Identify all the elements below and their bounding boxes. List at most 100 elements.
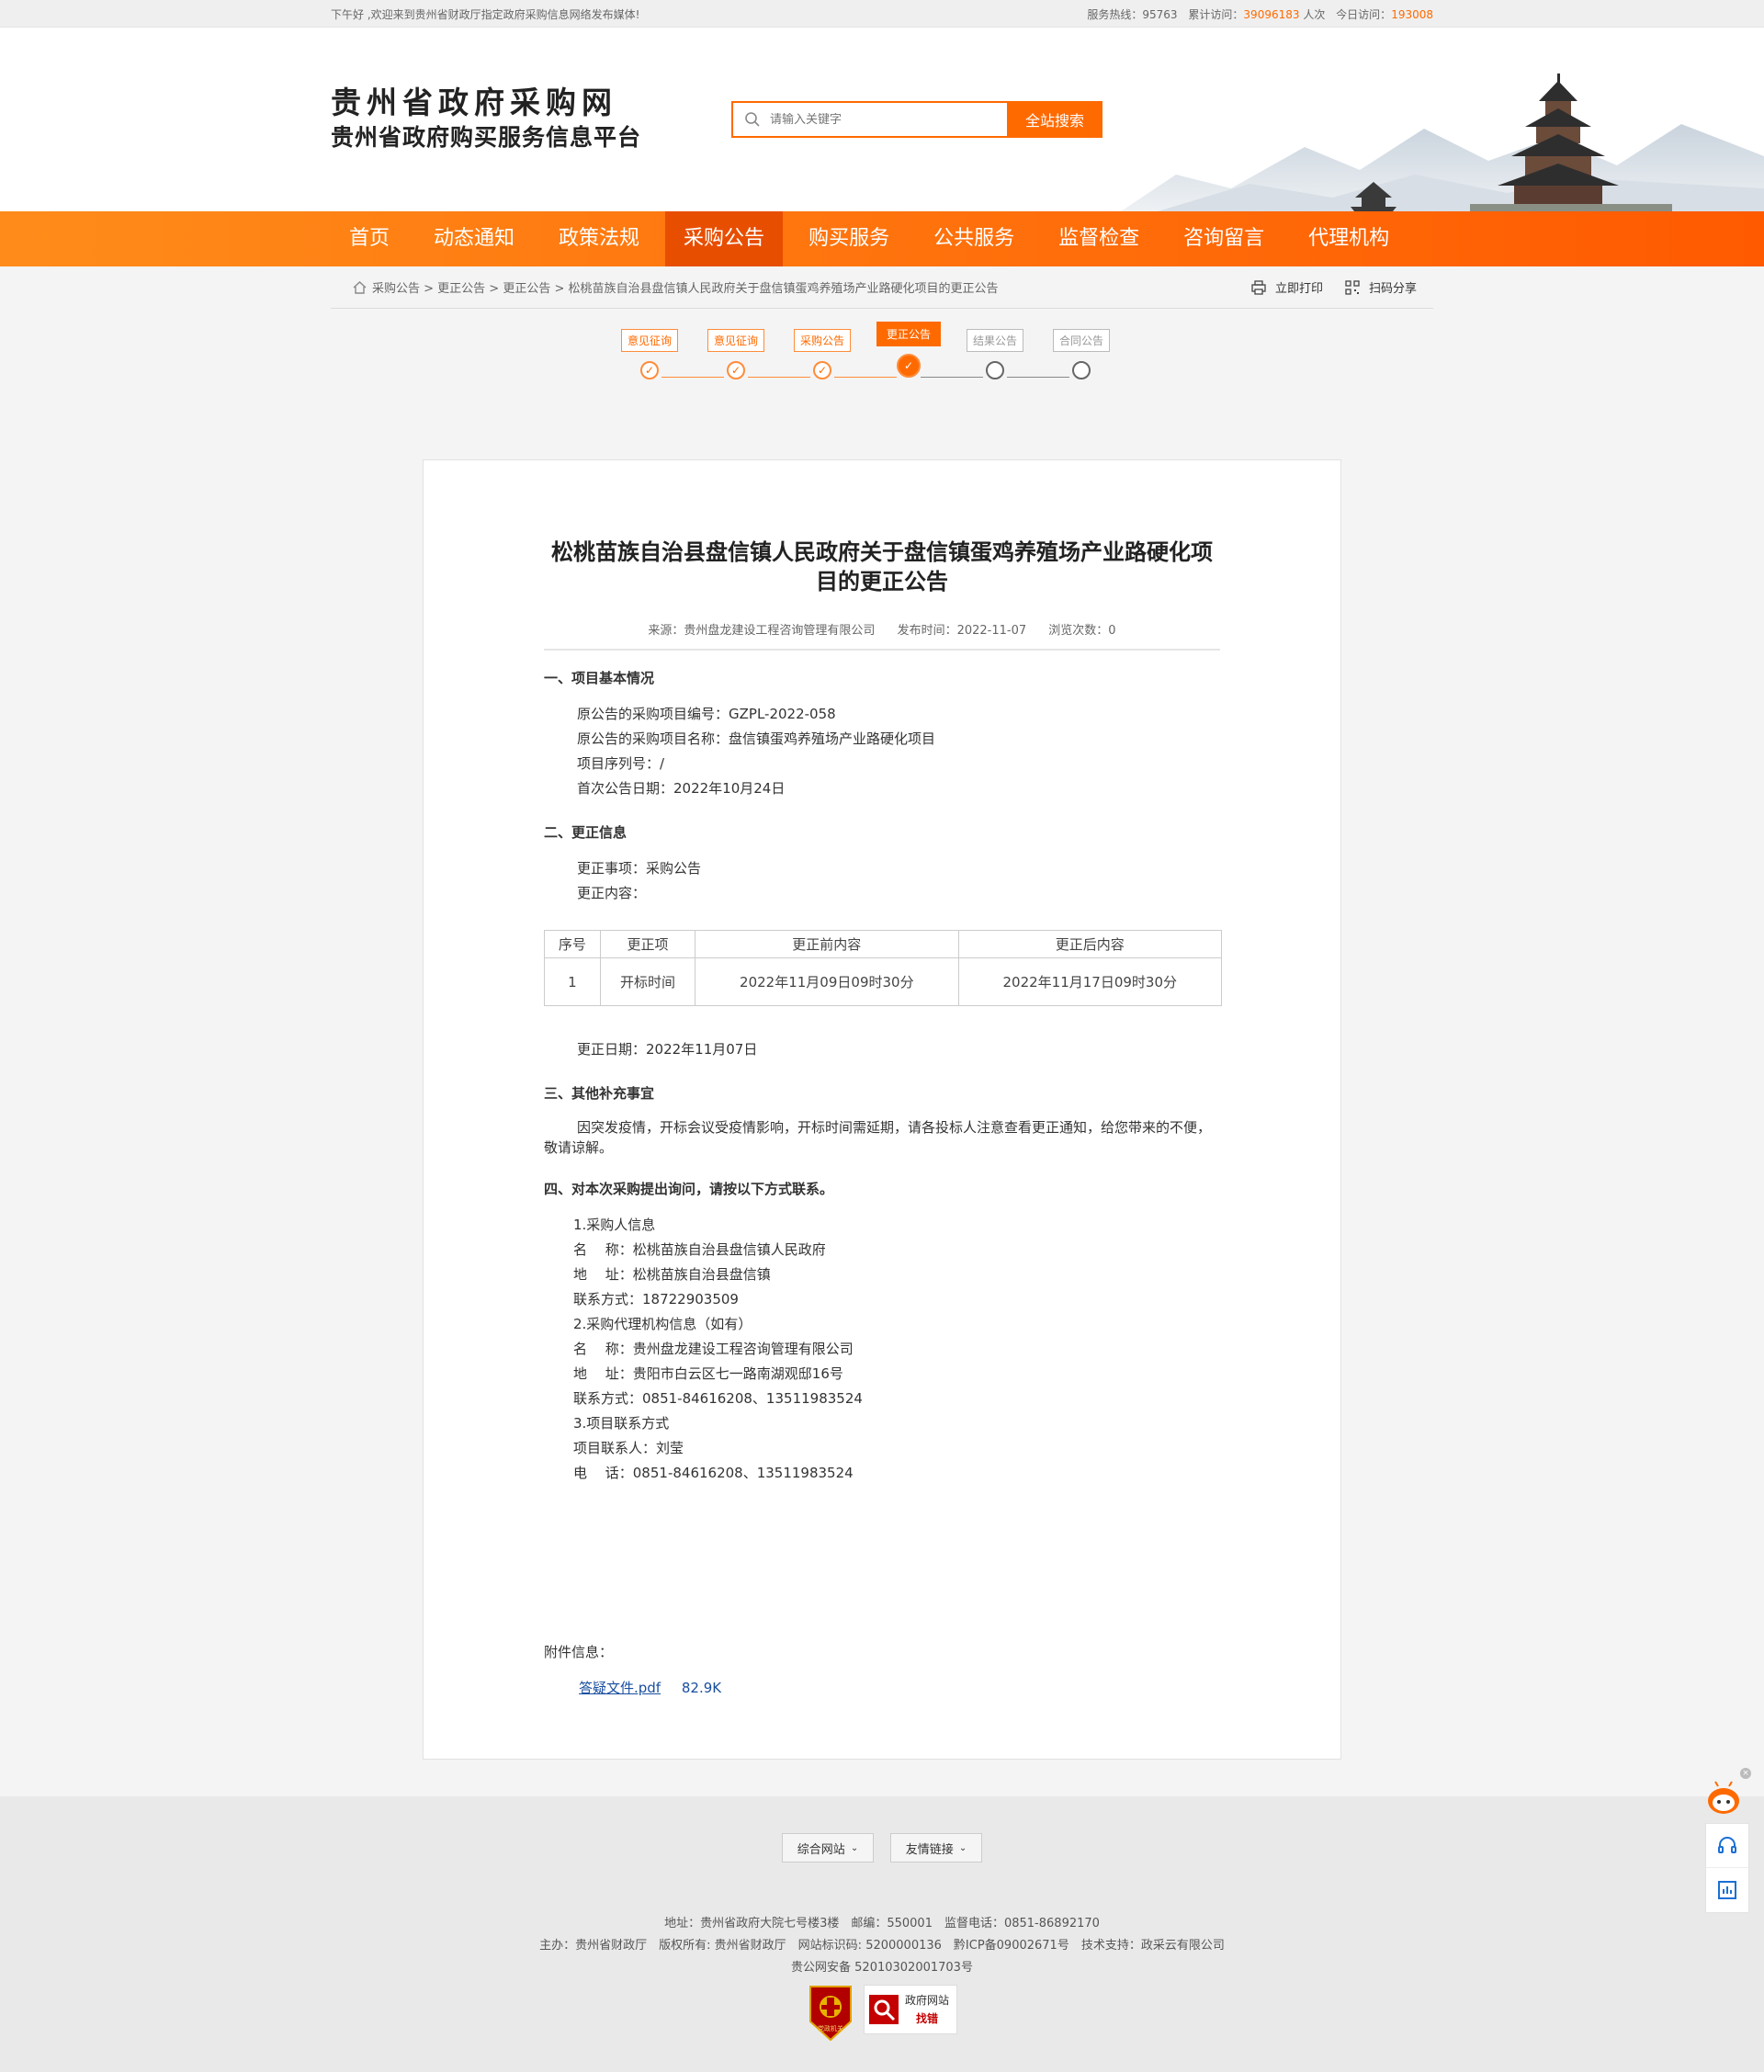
- search-button[interactable]: 全站搜索: [1007, 101, 1102, 138]
- table-cell: 2022年11月09日09时30分: [695, 957, 959, 1006]
- table-row: 1 开标时间 2022年11月09日09时30分 2022年11月17日09时3…: [544, 957, 1223, 1006]
- section-3-text: 因突发疫情，开标会议受疫情影响，开标时间需延期，请各投标人注意查看更正通知，给您…: [544, 1119, 1212, 1156]
- progress-step-label: 采购公告: [793, 329, 851, 352]
- nav-item[interactable]: 采购公告: [665, 211, 784, 266]
- contact-line: 3.项目联系方式: [573, 1415, 670, 1432]
- progress-step[interactable]: 结果公告: [952, 309, 1038, 379]
- search-bar: 全站搜索: [731, 101, 1102, 138]
- progress-step-label: 意见征询: [707, 329, 764, 352]
- breadcrumb: 采购公告 > 更正公告 > 更正公告 > 松桃苗族自治县盘信镇人民政府关于盘信镇…: [331, 278, 998, 296]
- s1-line: 原公告的采购项目名称：盘信镇蛋鸡养殖场产业路硬化项目: [577, 730, 936, 747]
- progress-step-label: 更正公告: [876, 322, 941, 346]
- badge2-line2: 找错: [916, 2012, 939, 2025]
- table-cell: 2022年11月17日09时30分: [957, 957, 1223, 1006]
- s1-line: 首次公告日期：2022年10月24日: [577, 780, 786, 797]
- breadcrumb-bar: 采购公告 > 更正公告 > 更正公告 > 松桃苗族自治县盘信镇人民政府关于盘信镇…: [331, 266, 1433, 309]
- print-button[interactable]: 立即打印: [1251, 278, 1323, 296]
- article-meta: 来源：贵州盘龙建设工程咨询管理有限公司 发布时间：2022-11-07 浏览次数…: [544, 620, 1220, 651]
- footer-police-record[interactable]: 贵公网安备 52010302001703号: [0, 1957, 1764, 1979]
- s1-line: 原公告的采购项目编号：GZPL-2022-058: [577, 706, 836, 722]
- nav-item[interactable]: 代理机构: [1290, 211, 1408, 266]
- nav-item[interactable]: 咨询留言: [1165, 211, 1283, 266]
- attachment-label: 附件信息：: [544, 1644, 614, 1660]
- circle-icon: [986, 361, 1004, 379]
- progress-step[interactable]: 采购公告 ✓: [779, 309, 865, 379]
- site-header: 贵州省政府采购网 贵州省政府购买服务信息平台 全站搜索: [0, 28, 1764, 211]
- table-header: 更正前内容: [695, 930, 959, 958]
- footer-address: 地址：贵州省政府大院七号楼3楼 邮编：550001 监督电话：0851-8689…: [664, 1917, 1100, 1930]
- friend-links-label: 友情链接: [905, 1842, 954, 1857]
- progress-step[interactable]: 意见征询 ✓: [693, 309, 779, 379]
- site-links-label: 综合网站: [797, 1842, 845, 1857]
- section-2-title: 二、更正信息: [544, 824, 628, 841]
- contact-line: 项目联系人：刘莹: [573, 1440, 684, 1456]
- article-publish-time: 发布时间：2022-11-07: [897, 624, 1027, 638]
- correction-table: 序号 更正项 更正前内容 更正后内容 1 开标时间 2022年11月09日09时…: [544, 930, 1223, 1006]
- progress-step-label: 合同公告: [1052, 329, 1110, 352]
- site-links-dropdown[interactable]: 综合网站 ⌄: [782, 1833, 874, 1863]
- check-icon: ✓: [813, 361, 831, 379]
- progress-step-label: 意见征询: [620, 329, 678, 352]
- report-button[interactable]: [1706, 1868, 1748, 1912]
- process-progress: 意见征询 ✓ 意见征询 ✓ 采购公告 ✓ 更正公告 ✓ 结果公告 合同公告: [331, 309, 1433, 410]
- progress-step-label: 结果公告: [966, 329, 1023, 352]
- print-label: 立即打印: [1274, 282, 1323, 296]
- attachment-link[interactable]: 答疑文件.pdf: [579, 1680, 661, 1696]
- change-date: 更正日期：2022年11月07日: [577, 1041, 758, 1058]
- party-gov-badge[interactable]: 党政机关: [807, 1985, 854, 2042]
- site-title: 贵州省政府采购网: [331, 85, 617, 120]
- progress-step[interactable]: 更正公告 ✓: [865, 309, 952, 378]
- main-nav: 首页 动态通知 政策法规 采购公告 购买服务 公共服务 监督检查 咨询留言 代理机构: [0, 211, 1764, 266]
- nav-item[interactable]: 购买服务: [790, 211, 908, 266]
- service-widget: ×: [1705, 1768, 1751, 1913]
- notice-article: 松桃苗族自治县盘信镇人民政府关于盘信镇蛋鸡养殖场产业路硬化项目的更正公告 来源：…: [423, 459, 1341, 1760]
- chevron-down-icon: ⌄: [850, 1842, 859, 1853]
- article-content: 一、项目基本情况 原公告的采购项目编号：GZPL-2022-058 原公告的采购…: [544, 667, 1223, 1697]
- gov-site-error-badge[interactable]: 政府网站 找错: [864, 1985, 957, 2034]
- nav-item[interactable]: 监督检查: [1040, 211, 1158, 266]
- mascot-icon[interactable]: [1705, 1781, 1742, 1817]
- headset-icon: [1718, 1836, 1736, 1853]
- s2-line: 更正事项：采购公告: [577, 860, 702, 877]
- search-icon: [745, 112, 760, 127]
- article-views: 浏览次数：0: [1048, 624, 1116, 638]
- search-input[interactable]: [770, 112, 990, 127]
- home-icon[interactable]: [353, 280, 367, 294]
- table-cell: 开标时间: [599, 957, 696, 1006]
- magnifier-icon: [869, 1995, 899, 2024]
- welcome-text: 下午好 ,欢迎来到贵州省财政厅指定政府采购信息网络发布媒体!: [331, 7, 640, 21]
- progress-step[interactable]: 合同公告: [1038, 309, 1125, 379]
- table-header: 更正后内容: [957, 930, 1223, 958]
- site-logo[interactable]: 贵州省政府采购网 贵州省政府购买服务信息平台: [331, 85, 641, 154]
- breadcrumb-path[interactable]: 采购公告 > 更正公告 > 更正公告 > 松桃苗族自治县盘信镇人民政府关于盘信镇…: [372, 278, 998, 296]
- contact-info: 1.采购人信息名 称：松桃苗族自治县盘信镇人民政府地 址：松桃苗族自治县盘信镇联…: [544, 1213, 1220, 1486]
- share-button[interactable]: 扫码分享: [1345, 278, 1417, 296]
- nav-item[interactable]: 政策法规: [540, 211, 658, 266]
- site-footer: 综合网站 ⌄ 友情链接 ⌄ 地址：贵州省政府大院七号楼3楼 邮编：550001 监督…: [0, 1796, 1764, 2072]
- total-visits: 累计访问：39096183 人次: [1188, 7, 1326, 21]
- today-visits: 今日访问：193008: [1336, 7, 1433, 21]
- search-field[interactable]: [731, 101, 1007, 138]
- nav-item[interactable]: 首页: [331, 211, 408, 266]
- top-bar: 下午好 ,欢迎来到贵州省财政厅指定政府采购信息网络发布媒体! 服务热线：9576…: [0, 0, 1764, 28]
- nav-item[interactable]: 公共服务: [915, 211, 1033, 266]
- contact-line: 名 称：贵州盘龙建设工程咨询管理有限公司: [573, 1341, 854, 1357]
- customer-service-button[interactable]: [1706, 1824, 1748, 1868]
- progress-step[interactable]: 意见征询 ✓: [606, 309, 693, 379]
- friend-links-dropdown[interactable]: 友情链接 ⌄: [890, 1833, 982, 1863]
- hotline: 服务热线：95763: [1087, 7, 1178, 21]
- contact-line: 联系方式：0851-84616208、13511983524: [573, 1390, 863, 1407]
- site-subtitle: 贵州省政府购买服务信息平台: [331, 124, 642, 151]
- section-1-title: 一、项目基本情况: [544, 670, 655, 686]
- footer-copyright: 主办：贵州省财政厅 版权所有: 贵州省财政厅 网站标识码: 5200000136…: [539, 1939, 1225, 1953]
- close-icon[interactable]: ×: [1740, 1768, 1751, 1779]
- printer-icon: [1251, 279, 1266, 295]
- article-title: 松桃苗族自治县盘信镇人民政府关于盘信镇蛋鸡养殖场产业路硬化项目的更正公告: [551, 539, 1213, 594]
- contact-line: 2.采购代理机构信息（如有）: [573, 1316, 752, 1332]
- check-icon: ✓: [897, 354, 921, 378]
- article-source: 来源：贵州盘龙建设工程咨询管理有限公司: [648, 624, 876, 638]
- contact-line: 1.采购人信息: [573, 1217, 656, 1233]
- table-header: 更正项: [599, 930, 696, 958]
- nav-item[interactable]: 动态通知: [415, 211, 533, 266]
- share-label: 扫码分享: [1368, 282, 1417, 296]
